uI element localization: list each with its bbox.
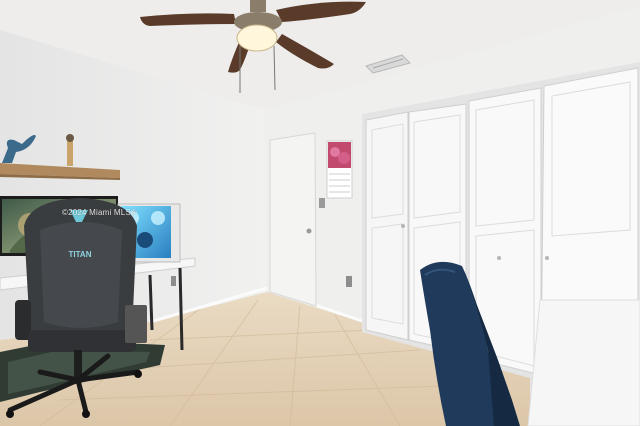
fan-light bbox=[236, 24, 278, 52]
chair-caster bbox=[134, 370, 142, 378]
photo-watermark: ©2024 Miami MLS® bbox=[62, 208, 138, 217]
bedroom-door bbox=[269, 132, 317, 307]
chair-brand-label: TITAN bbox=[69, 250, 92, 259]
light-switch bbox=[319, 198, 325, 208]
chair-seat bbox=[28, 330, 136, 352]
door-knob bbox=[306, 228, 312, 234]
closet-knob-2 bbox=[497, 256, 501, 260]
shelf-figurine bbox=[66, 134, 74, 166]
chair-caster bbox=[82, 410, 90, 418]
bedroom-office-photo: TITAN ©2024 Miami MLS® bbox=[0, 0, 640, 426]
chair-caster bbox=[6, 410, 14, 418]
wall-calendar bbox=[326, 140, 353, 199]
trash-bin bbox=[125, 305, 147, 343]
foreground-white-desk bbox=[527, 299, 640, 426]
wall-outlet bbox=[346, 276, 352, 287]
closet-knob-1 bbox=[401, 224, 405, 228]
wall-outlet-left bbox=[171, 276, 176, 286]
closet-knob-3 bbox=[545, 256, 549, 260]
